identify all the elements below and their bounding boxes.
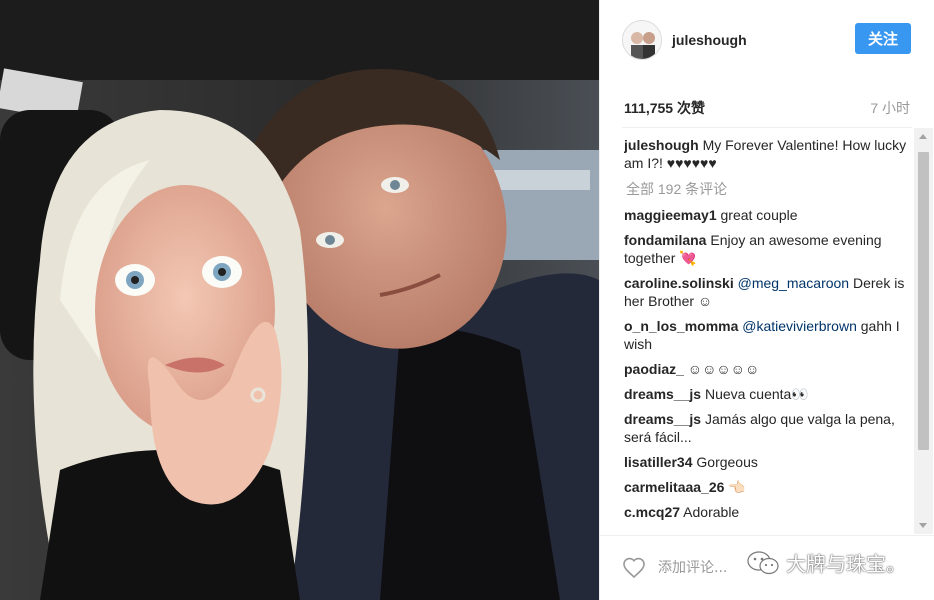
comments-scrollbar[interactable] (914, 128, 933, 534)
selfie-illustration (0, 0, 599, 600)
comment-text: Adorable (683, 504, 740, 520)
follow-button[interactable]: 关注 (855, 23, 911, 54)
instagram-post: juleshough 关注 111,755 次赞 7 小时 juleshough… (0, 0, 934, 600)
comment: maggieemay1 great couple (624, 206, 908, 224)
scroll-down-icon[interactable] (919, 523, 927, 528)
comment-username[interactable]: paodiaz_ (624, 361, 684, 377)
comment: dreams__js Jamás algo que valga la pena,… (624, 410, 908, 446)
post-caption: juleshough My Forever Valentine! How luc… (624, 136, 908, 172)
comment: paodiaz_ ☺☺☺☺☺ (624, 360, 908, 378)
comment-username[interactable]: fondamilana (624, 232, 706, 248)
wechat-icon (747, 550, 779, 574)
scrollbar-thumb[interactable] (918, 152, 929, 450)
post-header: juleshough 关注 (600, 0, 934, 80)
comment: caroline.solinski @meg_macaroon Derek is… (624, 274, 908, 310)
avatar[interactable] (622, 20, 662, 60)
caption-username[interactable]: juleshough (624, 137, 699, 153)
watermark-text: 大牌与珠宝。 (786, 552, 906, 576)
comment-username[interactable]: o_n_los_momma (624, 318, 738, 334)
comment-username[interactable]: dreams__js (624, 411, 701, 427)
post-footer: 大牌与珠宝。 (600, 535, 934, 600)
comment-text: 👈🏻 (728, 479, 746, 495)
comment: o_n_los_momma @katievivierbrown gahh I w… (624, 317, 908, 353)
heart-icon[interactable] (622, 556, 646, 580)
view-all-comments-link[interactable]: 全部 192 条评论 (626, 180, 908, 198)
avatar-image (623, 21, 661, 59)
comment: carmelitaaa_26 👈🏻 (624, 478, 908, 496)
comment-username[interactable]: lisatiller34 (624, 454, 693, 470)
comment-username[interactable]: caroline.solinski (624, 275, 734, 291)
post-photo[interactable] (0, 0, 599, 600)
likes-count[interactable]: 111,755 次赞 (624, 98, 705, 118)
comment-text: great couple (720, 207, 798, 223)
comment-username[interactable]: dreams__js (624, 386, 701, 402)
comment-text: Nueva cuenta👀 (704, 386, 809, 402)
comment-text: Gorgeous (696, 454, 758, 470)
comment-text: ☺☺☺☺☺ (687, 361, 760, 377)
divider (622, 127, 912, 128)
comment-mention[interactable]: @meg_macaroon (738, 275, 850, 291)
comments-list: juleshough My Forever Valentine! How luc… (624, 136, 908, 528)
scroll-up-icon[interactable] (919, 134, 927, 139)
comment-username[interactable]: c.mcq27 (624, 504, 680, 520)
comment: c.mcq27 Adorable (624, 503, 908, 521)
comment: fondamilana Enjoy an awesome evening tog… (624, 231, 908, 267)
comment: lisatiller34 Gorgeous (624, 453, 908, 471)
post-username[interactable]: juleshough (672, 32, 747, 48)
post-stats: 111,755 次赞 7 小时 (624, 97, 910, 119)
comment-mention[interactable]: @katievivierbrown (742, 318, 857, 334)
comment: dreams__js Nueva cuenta👀 (624, 385, 908, 403)
comment-username[interactable]: carmelitaaa_26 (624, 479, 724, 495)
comment-username[interactable]: maggieemay1 (624, 207, 717, 223)
watermark: 大牌与珠宝。 (746, 548, 906, 577)
post-side-panel: juleshough 关注 111,755 次赞 7 小时 juleshough… (599, 0, 934, 600)
post-time[interactable]: 7 小时 (870, 98, 910, 118)
